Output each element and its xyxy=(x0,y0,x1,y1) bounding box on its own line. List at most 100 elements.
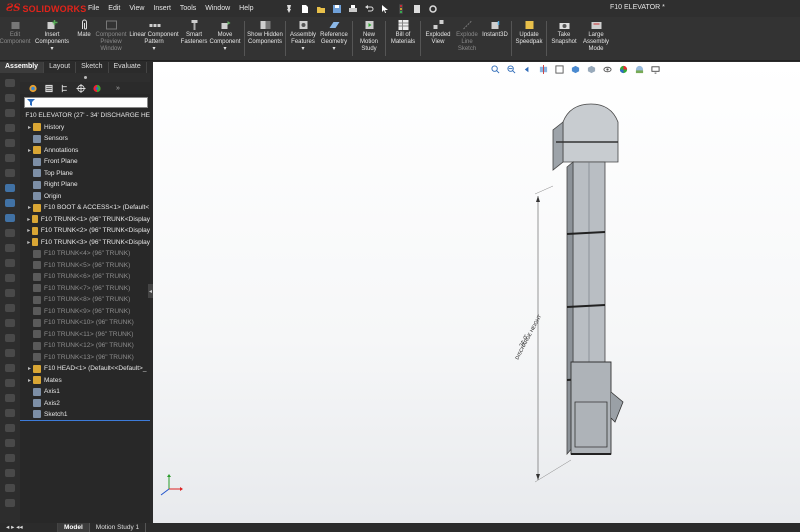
tree-item[interactable]: ▸ History xyxy=(20,122,150,134)
tool-icon[interactable] xyxy=(5,319,15,327)
edit-component-button[interactable]: Edit Component xyxy=(0,17,31,60)
tool-icon[interactable] xyxy=(5,184,15,192)
component-preview-window-button[interactable]: Component Preview Window xyxy=(94,17,128,60)
tool-icon[interactable] xyxy=(5,364,15,372)
linear-component-pattern-button[interactable]: Linear Component Pattern ▾ xyxy=(128,17,180,60)
tool-icon[interactable] xyxy=(5,379,15,387)
expand-arrow-icon[interactable]: ▸ xyxy=(26,147,33,154)
tree-filter-input[interactable] xyxy=(24,97,148,108)
tree-item[interactable]: F10 TRUNK<10> (96" TRUNK) xyxy=(20,317,150,329)
tree-item[interactable]: F10 TRUNK<9> (96" TRUNK) xyxy=(20,306,150,318)
tab-motion-study-1[interactable]: Motion Study 1 xyxy=(90,523,147,532)
tool-icon[interactable] xyxy=(5,214,15,222)
panel-splitter[interactable] xyxy=(20,73,150,82)
mate-button[interactable]: Mate xyxy=(74,17,94,60)
tree-item[interactable]: ▸ Mates xyxy=(20,375,150,387)
tree-item[interactable]: Sensors xyxy=(20,133,150,145)
assembly-features-button[interactable]: Assembly Features ▾ xyxy=(288,17,318,60)
select-cursor-icon[interactable] xyxy=(380,4,390,14)
tool-icon[interactable] xyxy=(5,409,15,417)
tree-item[interactable]: F10 TRUNK<13> (96" TRUNK) xyxy=(20,352,150,364)
tool-icon[interactable] xyxy=(5,394,15,402)
tool-icon[interactable] xyxy=(5,259,15,267)
tree-root[interactable]: F10 ELEVATOR (27' - 34' DISCHARGE HE xyxy=(20,110,150,122)
tool-icon[interactable] xyxy=(5,199,15,207)
tool-icon[interactable] xyxy=(5,289,15,297)
expand-arrow-icon[interactable]: ▸ xyxy=(26,239,32,246)
elevator-model[interactable] xyxy=(552,103,624,456)
expand-arrow-icon[interactable]: ▸ xyxy=(26,216,32,223)
tab-evaluate[interactable]: Evaluate xyxy=(109,62,147,73)
take-snapshot-button[interactable]: Take Snapshot xyxy=(549,17,579,60)
exploded-view-button[interactable]: Exploded View xyxy=(423,17,453,60)
tool-icon[interactable] xyxy=(5,169,15,177)
tool-icon[interactable] xyxy=(5,229,15,237)
tree-item[interactable]: F10 TRUNK<5> (96" TRUNK) xyxy=(20,260,150,272)
tool-icon[interactable] xyxy=(5,349,15,357)
tree-item[interactable]: Axis1 xyxy=(20,386,150,398)
dimxpert-tab-icon[interactable] xyxy=(76,83,86,93)
graphics-area[interactable]: 34'-0" DISCHARGE HEIGHT xyxy=(153,62,800,523)
tree-item[interactable]: Origin xyxy=(20,191,150,203)
menu-file[interactable]: File xyxy=(88,5,99,12)
discharge-height-dimension[interactable]: 34'-0" DISCHARGE HEIGHT xyxy=(514,185,572,483)
move-component-button[interactable]: Move Component ▾ xyxy=(208,17,242,60)
tool-icon[interactable] xyxy=(5,244,15,252)
new-document-icon[interactable] xyxy=(300,4,310,14)
print-icon[interactable] xyxy=(348,4,358,14)
instant3d-button[interactable]: Instant3D xyxy=(481,17,509,60)
tab-sketch[interactable]: Sketch xyxy=(76,62,109,73)
tool-icon[interactable] xyxy=(5,274,15,282)
tree-item[interactable]: F10 TRUNK<4> (96" TRUNK) xyxy=(20,248,150,260)
undo-icon[interactable] xyxy=(364,4,374,14)
expand-tabs-icon[interactable]: » xyxy=(116,85,120,92)
rebuild-traffic-light-icon[interactable] xyxy=(396,3,406,14)
tool-icon[interactable] xyxy=(5,484,15,492)
tool-icon[interactable] xyxy=(5,79,15,87)
menu-window[interactable]: Window xyxy=(205,5,230,12)
tree-item[interactable]: ▸ F10 TRUNK<3> (96" TRUNK<Display xyxy=(20,237,150,249)
file-properties-icon[interactable] xyxy=(412,4,422,14)
tree-item[interactable]: ▸ F10 BOOT & ACCESS<1> (Default< xyxy=(20,202,150,214)
display-manager-tab-icon[interactable] xyxy=(92,84,102,93)
insert-components-button[interactable]: Insert Components ▾ xyxy=(30,17,74,60)
tool-icon[interactable] xyxy=(5,94,15,102)
menu-insert[interactable]: Insert xyxy=(153,5,171,12)
options-gear-icon[interactable] xyxy=(428,4,438,14)
expand-arrow-icon[interactable]: ▸ xyxy=(26,124,33,131)
tool-icon[interactable] xyxy=(5,334,15,342)
tree-item[interactable]: Sketch1 xyxy=(20,409,150,421)
tree-item[interactable]: F10 TRUNK<12> (96" TRUNK) xyxy=(20,340,150,352)
menu-tools[interactable]: Tools xyxy=(180,5,196,12)
menu-view[interactable]: View xyxy=(129,5,144,12)
expand-arrow-icon[interactable]: ▸ xyxy=(26,377,33,384)
menu-edit[interactable]: Edit xyxy=(108,5,120,12)
scroll-nav-arrows[interactable]: ◂ ▸ ◂◂ xyxy=(0,523,58,532)
expand-arrow-icon[interactable]: ▸ xyxy=(26,365,33,372)
tab-assembly[interactable]: Assembly xyxy=(0,62,45,73)
solidworks-logo[interactable]: ƧS SOLIDWORKS xyxy=(0,3,88,14)
tool-icon[interactable] xyxy=(5,154,15,162)
explode-line-sketch-button[interactable]: Explode Line Sketch xyxy=(453,17,481,60)
tree-item[interactable]: F10 TRUNK<7> (96" TRUNK) xyxy=(20,283,150,295)
tab-model[interactable]: Model xyxy=(58,523,90,532)
menu-help[interactable]: Help xyxy=(239,5,253,12)
tool-icon[interactable] xyxy=(5,304,15,312)
pin-icon[interactable] xyxy=(284,4,294,14)
tree-item[interactable]: F10 TRUNK<8> (96" TRUNK) xyxy=(20,294,150,306)
tree-item[interactable]: ▸ F10 HEAD<1> (Default<<Default>_ xyxy=(20,363,150,375)
tool-icon[interactable] xyxy=(5,499,15,507)
large-assembly-mode-button[interactable]: Large Assembly Mode xyxy=(579,17,613,60)
tree-item[interactable]: ▸ F10 TRUNK<2> (96" TRUNK<Display xyxy=(20,225,150,237)
tree-item[interactable]: F10 TRUNK<6> (96" TRUNK) xyxy=(20,271,150,283)
tool-icon[interactable] xyxy=(5,139,15,147)
tree-item[interactable]: Top Plane xyxy=(20,168,150,180)
configuration-manager-tab-icon[interactable] xyxy=(60,84,70,93)
tool-icon[interactable] xyxy=(5,439,15,447)
show-hidden-components-button[interactable]: Show Hidden Components xyxy=(247,17,283,60)
tool-icon[interactable] xyxy=(5,424,15,432)
tree-item[interactable]: Axis2 xyxy=(20,398,150,410)
expand-arrow-icon[interactable]: ▸ xyxy=(26,227,32,234)
tool-icon[interactable] xyxy=(5,109,15,117)
tool-icon[interactable] xyxy=(5,469,15,477)
